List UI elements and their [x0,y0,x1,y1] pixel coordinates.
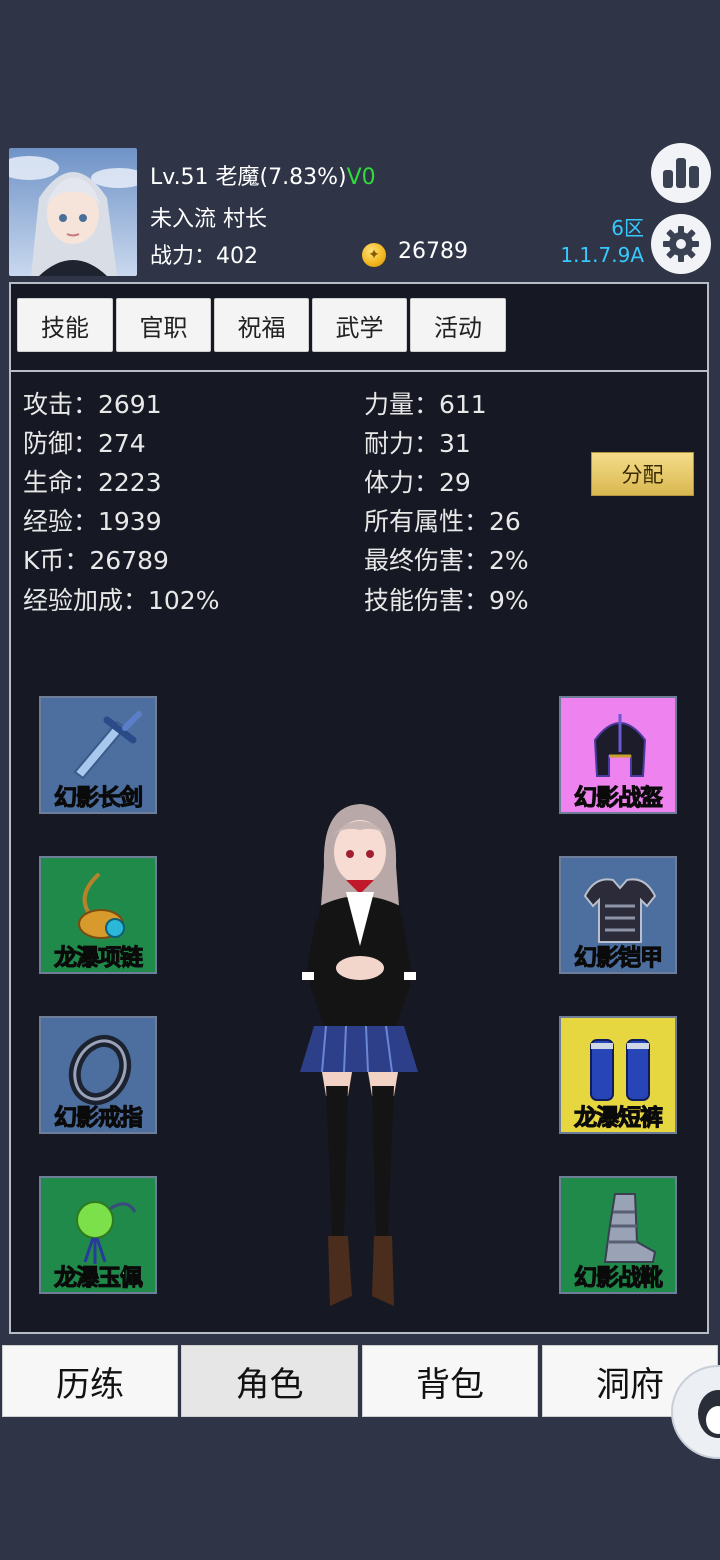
sword-icon [73,711,142,780]
tab-blessing[interactable]: 祝福 [214,298,309,352]
coin-amount: 26789 [398,239,468,264]
jade-pendant-icon [76,1201,137,1264]
boots-icon [603,1193,657,1263]
equip-slot-legs[interactable]: 龙瀑短裤 [559,1016,677,1134]
stat-strength: 力量：611 [364,390,487,419]
gear-icon [663,226,699,262]
character-model [286,796,432,1312]
panel-divider [11,370,707,372]
equip-name: 龙瀑项链 [54,945,144,972]
equip-slot-pendant[interactable]: 龙瀑玉佩 [39,1176,157,1294]
player-avatar[interactable] [9,148,137,276]
leg-guards-icon [590,1039,650,1101]
power-line: 战力：402 [150,244,258,269]
rank-line: 未入流 村长 [150,207,267,232]
equip-slot-armor[interactable]: 幻影铠甲 [559,856,677,974]
version-label: 1.1.7.9A [560,243,644,267]
equip-slot-ring[interactable]: 幻影戒指 [39,1016,157,1134]
equip-name: 幻影战靴 [574,1265,664,1292]
stat-stamina: 体力：29 [364,468,471,497]
tab-martial-arts[interactable]: 武学 [312,298,407,352]
equip-name: 幻影战盔 [574,785,664,812]
equip-name: 幻影长剑 [54,785,144,812]
stat-hp: 生命：2223 [23,468,162,497]
stat-all-attributes: 所有属性：26 [364,507,521,536]
stat-exp: 经验：1939 [23,507,162,536]
floating-assistant[interactable] [670,1364,720,1460]
equip-name: 龙瀑玉佩 [54,1265,144,1292]
stat-attack: 攻击：2691 [23,390,162,419]
coin-icon: ✦ [362,243,386,267]
nav-character[interactable]: 角色 [181,1345,358,1417]
equip-slot-weapon[interactable]: 幻影长剑 [39,696,157,814]
necklace-icon [78,872,125,939]
bar-chart-icon [663,158,699,188]
stat-kcoin: K币：26789 [23,546,169,575]
equip-slot-necklace[interactable]: 龙瀑项链 [39,856,157,974]
allocate-button[interactable]: 分配 [591,452,694,496]
stat-endurance: 耐力：31 [364,429,471,458]
level-text: Lv.51 老魔(7.83%) [150,165,347,190]
penguin-icon [671,1365,720,1459]
nav-training[interactable]: 历练 [2,1345,178,1417]
server-label: 6区 [611,216,644,240]
equip-name: 龙瀑短裤 [574,1105,664,1132]
tab-office[interactable]: 官职 [116,298,211,352]
ring-icon [68,1034,132,1106]
stat-exp-bonus: 经验加成：102% [23,586,220,615]
ranking-button[interactable] [651,143,711,203]
equip-name: 幻影铠甲 [574,945,664,972]
armor-icon [583,878,657,943]
tab-activities[interactable]: 活动 [410,298,506,352]
vip-badge: V0 [346,165,376,190]
nav-backpack[interactable]: 背包 [362,1345,538,1417]
settings-button[interactable] [651,214,711,274]
helmet-icon [593,714,647,777]
stat-defense: 防御：274 [23,429,146,458]
level-line: Lv.51 老魔(7.83%)V0 [150,159,376,191]
equip-name: 幻影戒指 [54,1105,144,1132]
tab-skills[interactable]: 技能 [17,298,113,352]
equip-slot-boots[interactable]: 幻影战靴 [559,1176,677,1294]
stat-final-damage: 最终伤害：2% [364,546,529,575]
stat-skill-damage: 技能伤害：9% [364,586,529,615]
equip-slot-helmet[interactable]: 幻影战盔 [559,696,677,814]
